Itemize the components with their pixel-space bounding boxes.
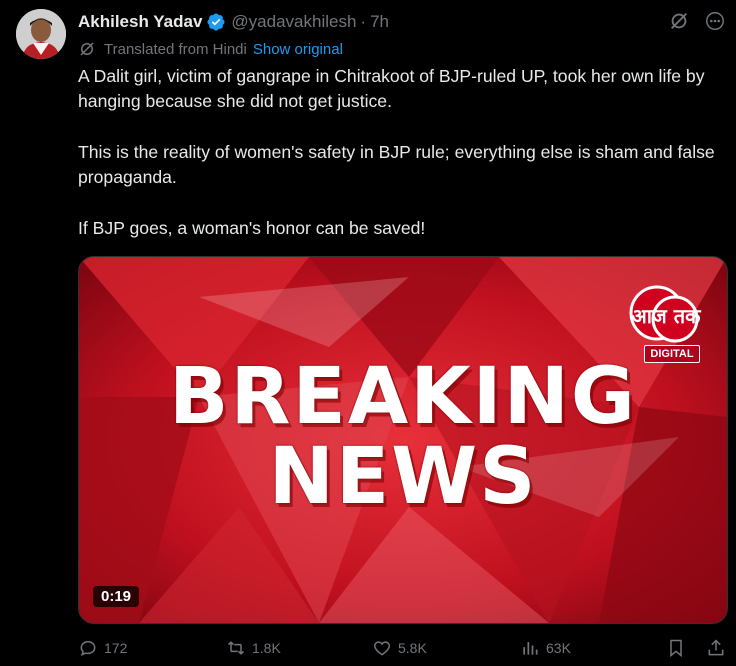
tweet-text: A Dalit girl, victim of gangrape in Chit… xyxy=(78,64,728,267)
like-button[interactable]: 5.8K xyxy=(372,638,427,658)
grok-icon[interactable] xyxy=(668,10,690,32)
show-original-link[interactable]: Show original xyxy=(253,41,343,58)
tweet-header: Akhilesh Yadav @yadavakhilesh · 7h xyxy=(78,10,726,34)
views-count: 63K xyxy=(546,640,571,656)
reply-icon xyxy=(78,638,98,658)
translate-icon xyxy=(78,40,96,58)
like-count: 5.8K xyxy=(398,640,427,656)
author-name[interactable]: Akhilesh Yadav xyxy=(78,12,202,32)
video-duration: 0:19 xyxy=(93,586,140,607)
news-headline: NEWS xyxy=(268,432,538,522)
avatar[interactable] xyxy=(16,9,66,59)
reply-button[interactable]: 172 xyxy=(78,638,127,658)
reply-count: 172 xyxy=(104,640,128,656)
tweet-paragraph-1: A Dalit girl, victim of gangrape in Chit… xyxy=(78,66,705,111)
breaking-headline: BREAKING xyxy=(169,352,637,442)
tweet-paragraph-2: This is the reality of women's safety in… xyxy=(78,142,715,187)
translation-note: Translated from Hindi Show original xyxy=(78,40,343,58)
views-icon xyxy=(520,638,540,658)
share-icon xyxy=(706,638,726,658)
repost-button[interactable]: 1.8K xyxy=(226,638,281,658)
video-player[interactable]: BREAKING NEWS आज तक DIGITAL 0:19 xyxy=(78,256,728,624)
verified-badge-icon[interactable] xyxy=(206,12,226,32)
tweet-paragraph-3: If BJP goes, a woman's honor can be save… xyxy=(78,218,426,238)
repost-count: 1.8K xyxy=(252,640,281,656)
repost-icon xyxy=(226,638,246,658)
channel-logo-text: आज तक xyxy=(631,304,702,328)
bookmark-button[interactable] xyxy=(666,638,692,658)
header-actions xyxy=(668,10,726,32)
heart-icon xyxy=(372,638,392,658)
translation-label: Translated from Hindi xyxy=(104,40,247,58)
tweet-actions: 172 1.8K 5.8K 63K xyxy=(78,638,728,662)
tweet-time[interactable]: 7h xyxy=(370,12,389,32)
views-button[interactable]: 63K xyxy=(520,638,571,658)
separator-dot: · xyxy=(360,12,367,31)
digital-badge: DIGITAL xyxy=(644,345,700,363)
share-button[interactable] xyxy=(706,638,732,658)
author-handle[interactable]: @yadavakhilesh xyxy=(231,12,356,32)
more-icon[interactable] xyxy=(704,10,726,32)
bookmark-icon xyxy=(666,638,686,658)
